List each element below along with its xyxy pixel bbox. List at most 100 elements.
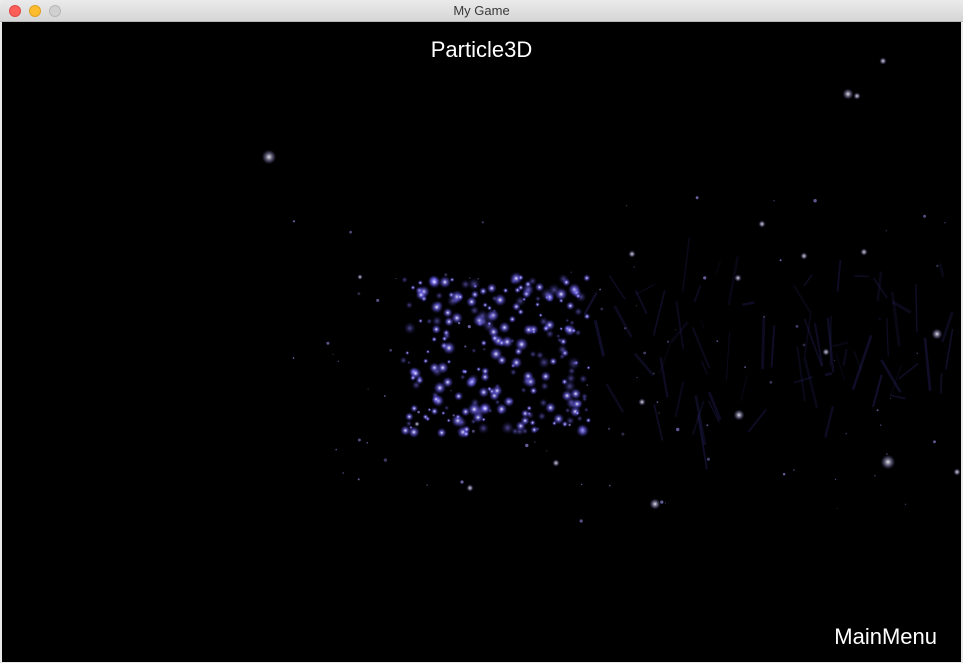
particle — [586, 384, 588, 386]
particle — [494, 399, 501, 406]
particle — [549, 357, 558, 366]
particle — [514, 347, 523, 356]
particle — [469, 277, 471, 279]
particle — [383, 395, 386, 397]
trail-streak — [613, 305, 633, 338]
particle — [515, 420, 526, 432]
particle — [395, 278, 397, 279]
particle — [405, 350, 410, 356]
particle — [292, 220, 295, 223]
particle — [416, 374, 424, 382]
particle — [600, 307, 604, 311]
particle — [575, 293, 581, 299]
particle — [540, 371, 551, 382]
particle — [422, 413, 429, 421]
particle — [467, 402, 482, 417]
particle — [342, 472, 345, 474]
particle — [656, 401, 659, 404]
particle — [658, 412, 660, 414]
particle — [521, 375, 532, 387]
particle — [544, 319, 556, 331]
particle — [406, 360, 412, 365]
particle — [507, 397, 515, 405]
trail-streak — [831, 341, 849, 348]
particle — [446, 418, 451, 423]
particle — [782, 473, 786, 476]
particle — [813, 199, 817, 203]
particle — [568, 423, 571, 427]
particle — [885, 230, 887, 232]
particle — [404, 412, 414, 422]
particle — [449, 277, 455, 283]
particle — [490, 333, 500, 343]
trail-streak — [792, 284, 811, 313]
particle — [326, 341, 330, 345]
particle — [674, 329, 676, 331]
particle — [491, 384, 503, 397]
particle — [638, 398, 646, 406]
particle — [486, 283, 497, 294]
particle — [552, 459, 560, 467]
main-menu-button[interactable]: MainMenu — [834, 624, 937, 650]
particle — [337, 360, 340, 363]
particle — [430, 300, 444, 314]
particle — [357, 292, 361, 296]
trail-streak — [633, 352, 655, 377]
trail-streak — [659, 357, 669, 398]
particle — [562, 278, 571, 287]
trail-streak — [824, 406, 835, 438]
particle — [433, 381, 447, 395]
particle — [446, 359, 452, 365]
particle — [923, 214, 927, 218]
particle — [462, 430, 470, 438]
particle — [579, 519, 583, 523]
particle — [486, 386, 493, 392]
particle — [567, 356, 581, 370]
particle — [517, 284, 525, 291]
particle — [467, 325, 471, 329]
particle — [529, 386, 538, 395]
particle — [944, 222, 946, 224]
game-window: My Game Particle3D MainMenu — [0, 0, 963, 663]
trail-streak — [770, 325, 776, 368]
particle — [904, 503, 907, 505]
scattered-particles — [261, 57, 961, 523]
particle — [460, 480, 464, 484]
particle — [409, 374, 417, 382]
game-canvas[interactable]: Particle3D MainMenu — [2, 22, 961, 662]
particle — [557, 344, 568, 355]
particle — [874, 475, 876, 477]
particle — [466, 484, 474, 492]
particle — [403, 322, 416, 335]
particle — [477, 422, 490, 435]
trail-streak — [851, 335, 873, 390]
window-titlebar[interactable]: My Game — [0, 0, 963, 22]
particle — [535, 350, 545, 360]
particle — [933, 440, 936, 444]
particle — [517, 274, 524, 281]
trail-streak — [681, 237, 691, 293]
particle — [571, 286, 577, 292]
particle — [716, 340, 719, 343]
particle — [793, 469, 795, 471]
particle — [636, 305, 638, 307]
particle-cluster — [399, 271, 592, 439]
particle — [456, 293, 464, 301]
trail-streak — [634, 283, 655, 296]
particle — [436, 427, 447, 438]
particle — [744, 366, 747, 369]
trail-streak — [889, 394, 906, 400]
particle — [399, 356, 408, 365]
particle — [570, 271, 572, 273]
particle — [581, 483, 583, 486]
particle — [624, 327, 627, 330]
particle — [626, 205, 628, 207]
particle — [649, 498, 661, 510]
scene-title: Particle3D — [430, 37, 533, 62]
particle — [431, 366, 443, 378]
particle — [758, 220, 766, 228]
particle — [524, 280, 532, 289]
particle — [580, 392, 589, 400]
particle — [444, 273, 448, 277]
particle — [502, 287, 509, 294]
